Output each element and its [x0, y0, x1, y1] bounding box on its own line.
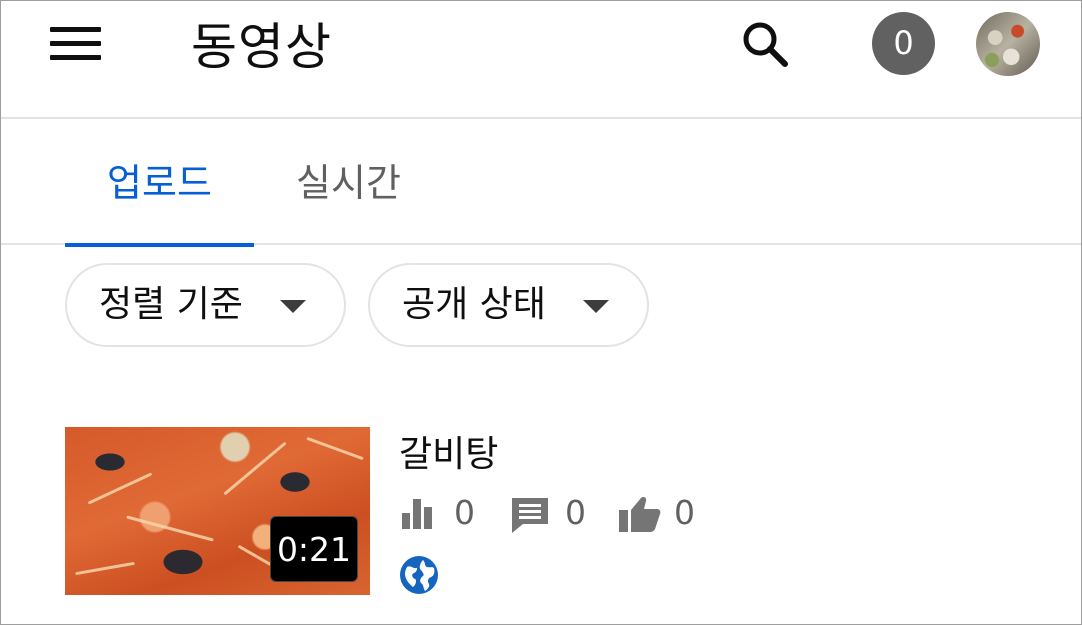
avatar[interactable]: [976, 12, 1040, 76]
tab-uploads[interactable]: 업로드: [65, 121, 254, 247]
sort-filter-label: 정렬 기준: [99, 284, 243, 325]
comments-count: 0: [565, 493, 586, 532]
sort-filter-chip[interactable]: 정렬 기준: [65, 263, 346, 347]
menu-icon[interactable]: [45, 23, 107, 63]
notification-count-badge[interactable]: 0: [872, 12, 935, 75]
bar-chart-icon: [402, 499, 432, 529]
views-count: 0: [454, 493, 475, 532]
visibility-filter-chip[interactable]: 공개 상태: [368, 263, 649, 347]
public-globe-icon: [399, 555, 439, 595]
page-title: 동영상: [191, 18, 332, 76]
tab-live[interactable]: 실시간: [254, 121, 443, 245]
video-duration: 0:21: [270, 516, 358, 582]
tab-bar: 업로드 실시간: [1, 121, 1081, 247]
top-app-bar: 동영상 0: [1, 1, 1081, 119]
caret-down-icon: [583, 300, 609, 313]
caret-down-icon: [280, 300, 306, 313]
comment-icon: [512, 498, 548, 533]
app-frame: 동영상 0 업로드 실시간 정렬 기준 공개 상태 0:21 갈비탕 0 0 0: [0, 0, 1082, 625]
video-list-item[interactable]: 0:21 갈비탕 0 0 0: [65, 427, 1025, 595]
video-thumbnail[interactable]: 0:21: [65, 427, 370, 595]
video-title: 갈비탕: [399, 434, 499, 475]
search-icon[interactable]: [737, 19, 795, 71]
visibility-filter-label: 공개 상태: [402, 284, 546, 325]
likes-count: 0: [674, 493, 695, 532]
thumbs-up-icon: [619, 497, 661, 532]
